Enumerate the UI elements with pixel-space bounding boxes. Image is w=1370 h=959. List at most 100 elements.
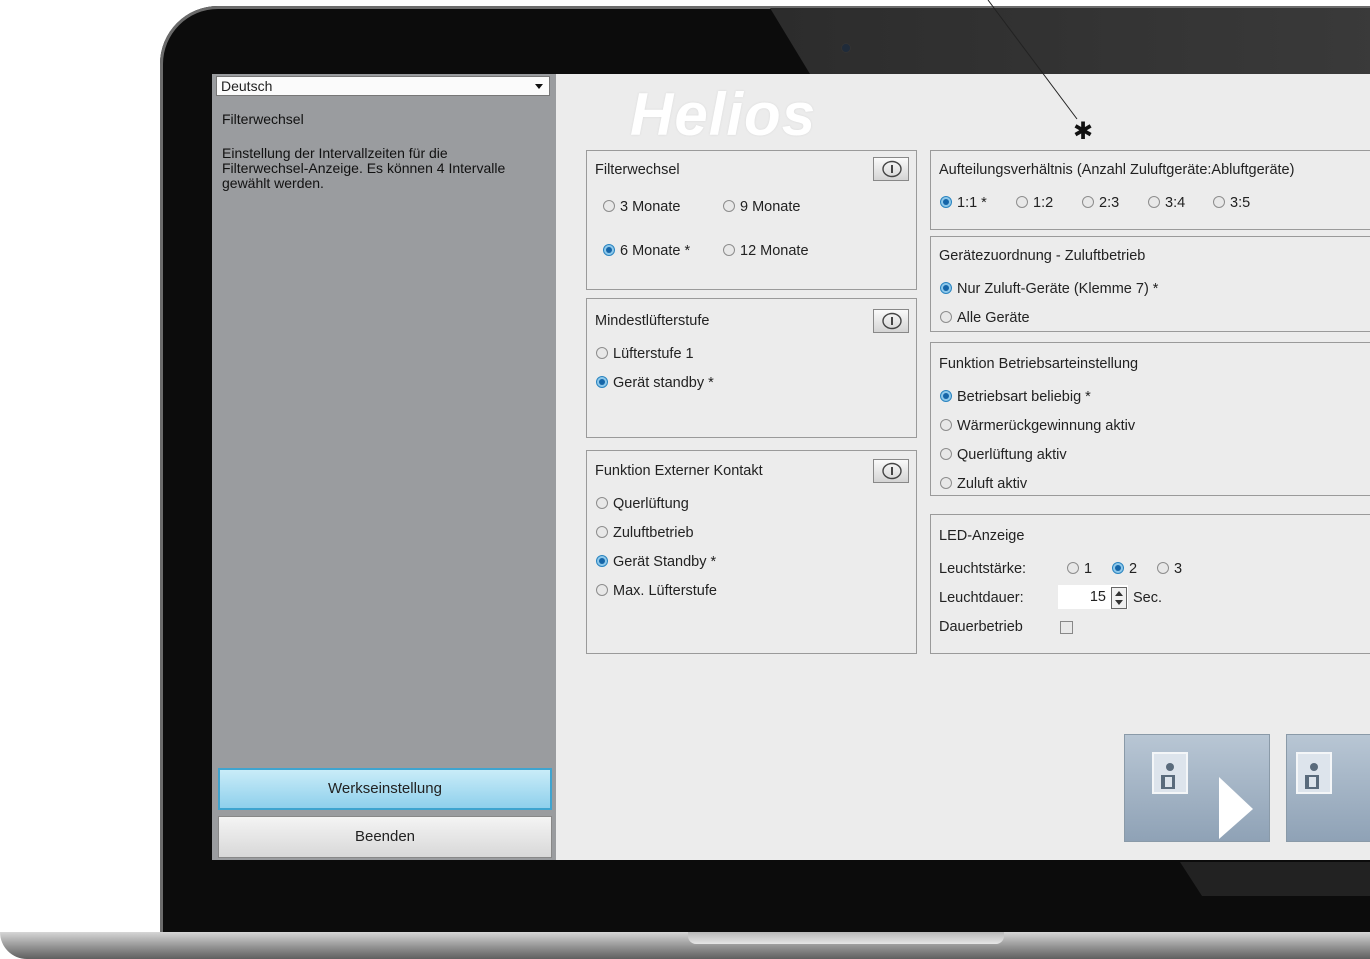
led-group: LED-Anzeige Leuchtstärke: 1 2 3 Leuchtda… <box>930 514 1370 654</box>
radio-ratio-3-4[interactable] <box>1148 196 1160 208</box>
radio-mode-any[interactable] <box>940 390 952 402</box>
radio-heat-recovery[interactable] <box>940 419 952 431</box>
info-icon <box>882 312 902 330</box>
info-icon <box>882 160 902 178</box>
filter-option-12[interactable]: 12 Monate <box>723 243 809 259</box>
save-button[interactable] <box>1286 734 1370 842</box>
factory-settings-button[interactable]: Werkseinstellung <box>218 768 552 810</box>
external-contact-title: Funktion Externer Kontakt <box>595 463 763 479</box>
save-play-icon <box>1152 752 1253 839</box>
mode-option-supply[interactable]: Zuluft aktiv <box>940 476 1027 492</box>
radio-9-months[interactable] <box>723 200 735 212</box>
radio-brightness-2[interactable] <box>1112 562 1124 574</box>
option-label: 6 Monate * <box>620 243 691 259</box>
option-label: 12 Monate <box>740 243 809 259</box>
radio-cross-active[interactable] <box>940 448 952 460</box>
chevron-down-icon[interactable] <box>535 84 543 89</box>
ext-option-standby[interactable]: Gerät Standby * <box>596 554 716 570</box>
ratio-option-3-4[interactable]: 3:4 <box>1148 195 1185 211</box>
info-button[interactable] <box>873 459 909 483</box>
ratio-option-1-2[interactable]: 1:2 <box>1016 195 1053 211</box>
app-window: Deutsch Filterwechsel Einstellung der In… <box>212 74 1370 860</box>
option-label: Gerät Standby * <box>613 554 717 570</box>
radio-6-months[interactable] <box>603 244 615 256</box>
min-fan-option-1[interactable]: Lüfterstufe 1 <box>596 346 694 362</box>
min-fan-title: Mindestlüfterstufe <box>595 313 710 329</box>
option-label: 2 <box>1129 561 1138 577</box>
filter-option-3[interactable]: 3 Monate <box>603 199 680 215</box>
permanent-label: Dauerbetrieb <box>939 619 1023 635</box>
brightness-label: Leuchtstärke: <box>939 561 1027 577</box>
option-label: Wärmerückgewinnung aktiv <box>957 418 1136 434</box>
info-button[interactable] <box>873 157 909 181</box>
option-label: 1:2 <box>1033 195 1054 211</box>
radio-ratio-1-1[interactable] <box>940 196 952 208</box>
radio-cross-ventilation[interactable] <box>596 497 608 509</box>
exit-button[interactable]: Beenden <box>218 816 552 858</box>
assignment-group: Gerätezuordnung - Zuluftbetrieb Nur Zulu… <box>930 236 1370 332</box>
mode-title: Funktion Betriebsarteinstellung <box>939 356 1139 372</box>
min-fan-option-standby[interactable]: Gerät standby * <box>596 375 714 391</box>
radio-all-devices[interactable] <box>940 311 952 323</box>
option-label: Zuluftbetrieb <box>613 525 694 541</box>
ext-option-max[interactable]: Max. Lüfterstufe <box>596 583 717 599</box>
help-description: Einstellung der Intervallzeiten für die … <box>222 145 506 191</box>
help-sidebar: Deutsch Filterwechsel Einstellung der In… <box>212 74 556 860</box>
assignment-title: Gerätezuordnung - Zuluftbetrieb <box>939 248 1146 264</box>
radio-max-fan[interactable] <box>596 584 608 596</box>
radio-supply-active[interactable] <box>940 477 952 489</box>
filter-option-6[interactable]: 6 Monate * <box>603 243 690 259</box>
option-label: Nur Zuluft-Geräte (Klemme 7) * <box>957 281 1159 297</box>
annotation-star-icon: ✱ <box>1073 118 1094 145</box>
radio-ratio-1-2[interactable] <box>1016 196 1028 208</box>
assignment-option-supply-only[interactable]: Nur Zuluft-Geräte (Klemme 7) * <box>940 281 1158 297</box>
brightness-option-3[interactable]: 3 <box>1157 561 1182 577</box>
filter-change-title: Filterwechsel <box>595 162 680 178</box>
radio-device-standby[interactable] <box>596 555 608 567</box>
filter-change-group: Filterwechsel 3 Monate 9 Monate 6 Monate… <box>586 150 917 290</box>
duration-spinner[interactable]: 15 <box>1058 585 1128 609</box>
radio-supply-mode[interactable] <box>596 526 608 538</box>
laptop-base <box>0 932 1370 959</box>
save-and-apply-button[interactable] <box>1124 734 1270 842</box>
radio-3-months[interactable] <box>603 200 615 212</box>
ratio-option-1-1[interactable]: 1:1 * <box>940 195 987 211</box>
option-label: 1:1 * <box>957 195 987 211</box>
ext-option-cross[interactable]: Querlüftung <box>596 496 689 512</box>
language-select[interactable]: Deutsch <box>216 76 550 96</box>
ratio-option-2-3[interactable]: 2:3 <box>1082 195 1119 211</box>
webcam-icon <box>841 43 851 53</box>
radio-ratio-3-5[interactable] <box>1213 196 1225 208</box>
option-label: 2:3 <box>1099 195 1120 211</box>
mode-option-any[interactable]: Betriebsart beliebig * <box>940 389 1091 405</box>
mode-option-cross[interactable]: Querlüftung aktiv <box>940 447 1067 463</box>
option-label: 3:4 <box>1165 195 1186 211</box>
duration-value: 15 <box>1089 589 1106 605</box>
radio-brightness-3[interactable] <box>1157 562 1169 574</box>
helios-logo: Helios <box>630 81 817 148</box>
brightness-option-1[interactable]: 1 <box>1067 561 1092 577</box>
ratio-option-3-5[interactable]: 3:5 <box>1213 195 1250 211</box>
radio-brightness-1[interactable] <box>1067 562 1079 574</box>
filter-option-9[interactable]: 9 Monate <box>723 199 800 215</box>
option-label: 3:5 <box>1230 195 1251 211</box>
radio-fan-level-1[interactable] <box>596 347 608 359</box>
spinner-arrows-icon[interactable] <box>1111 587 1127 609</box>
mode-group: Funktion Betriebsarteinstellung Betriebs… <box>930 342 1370 496</box>
assignment-option-all[interactable]: Alle Geräte <box>940 310 1030 326</box>
option-label: 9 Monate <box>740 199 801 215</box>
bezel-reflection <box>770 8 1370 74</box>
bezel-reflection-bottom <box>1180 862 1370 896</box>
radio-12-months[interactable] <box>723 244 735 256</box>
info-button[interactable] <box>873 309 909 333</box>
option-label: Gerät standby * <box>613 375 714 391</box>
help-title: Filterwechsel <box>222 111 304 127</box>
radio-standby[interactable] <box>596 376 608 388</box>
radio-supply-only[interactable] <box>940 282 952 294</box>
option-label: Betriebsart beliebig * <box>957 389 1091 405</box>
ext-option-supply[interactable]: Zuluftbetrieb <box>596 525 694 541</box>
mode-option-heat-recovery[interactable]: Wärmerückgewinnung aktiv <box>940 418 1135 434</box>
brightness-option-2[interactable]: 2 <box>1112 561 1137 577</box>
permanent-checkbox[interactable] <box>1060 621 1073 634</box>
radio-ratio-2-3[interactable] <box>1082 196 1094 208</box>
